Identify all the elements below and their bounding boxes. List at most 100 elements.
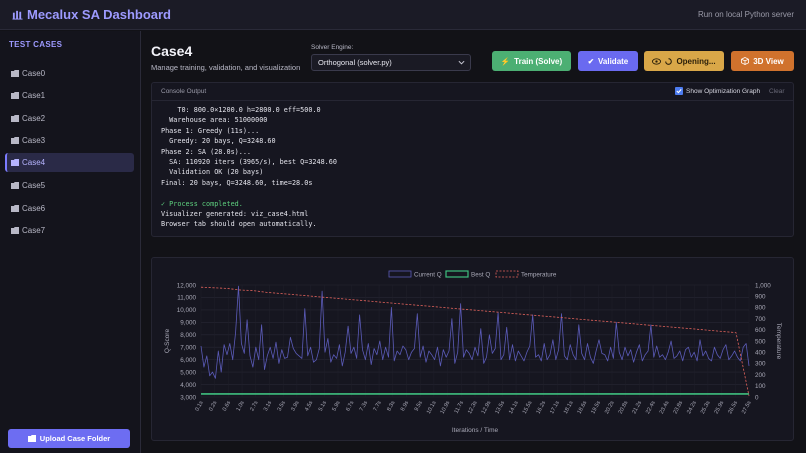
sidebar-item-case3[interactable]: Case3 bbox=[5, 131, 134, 150]
sidebar-item-case6[interactable]: Case6 bbox=[5, 199, 134, 218]
y-tick-label: 9,000 bbox=[180, 320, 196, 327]
x-tick-label: 20.2s bbox=[604, 400, 616, 415]
cube-icon bbox=[741, 57, 750, 65]
x-tick-label: 11.7s bbox=[454, 400, 466, 415]
console-line: ✓ Process completed. bbox=[161, 199, 243, 208]
console-line: Phase 2: SA (28.0s)... bbox=[161, 147, 252, 156]
y2-tick-label: 100 bbox=[755, 383, 766, 390]
opening-label: Opening... bbox=[676, 56, 716, 66]
x-tick-label: 5.1s bbox=[318, 400, 328, 412]
y-tick-label: 6,000 bbox=[180, 357, 196, 364]
x-tick-label: 8.9s bbox=[400, 400, 410, 412]
x-tick-label: 25.3s bbox=[700, 400, 712, 415]
console-line: Final: 20 bays, Q=3248.60, time=28.0s bbox=[161, 178, 313, 187]
sidebar-item-case4[interactable]: Case4 bbox=[5, 153, 134, 172]
y-axis-label: Q-Score bbox=[164, 329, 171, 354]
spinner-icon bbox=[665, 57, 673, 65]
upload-case-folder-button[interactable]: Upload Case Folder bbox=[8, 429, 130, 448]
show-graph-toggle[interactable]: Show Optimization Graph bbox=[675, 87, 760, 95]
open-visualizer-button[interactable]: Opening... bbox=[644, 51, 724, 71]
x-tick-label: 1.0s bbox=[236, 400, 246, 412]
x-tick-label: 10.1s bbox=[426, 400, 438, 415]
y-tick-label: 12,000 bbox=[177, 282, 197, 289]
console-line: T0: 800.0×1200.0 h=2800.0 eff=500.0 bbox=[161, 106, 321, 114]
console-header: Console Output Show Optimization Graph C… bbox=[152, 83, 793, 101]
folder-icon bbox=[11, 205, 19, 212]
solver-engine-select[interactable]: Orthogonal (solver.py) bbox=[311, 54, 471, 71]
x-tick-label: 27.5s bbox=[741, 400, 753, 415]
x-tick-label: 18.1s bbox=[563, 400, 575, 415]
x-tick-label: 12.3s bbox=[467, 400, 479, 415]
y2-tick-label: 1,000 bbox=[755, 282, 771, 289]
validate-label: Validate bbox=[598, 56, 629, 66]
y-tick-label: 8,000 bbox=[180, 332, 196, 339]
y2-tick-label: 700 bbox=[755, 316, 766, 323]
app-title: Mecalux SA Dashboard bbox=[27, 7, 172, 22]
x-tick-label: 0.6s bbox=[222, 400, 232, 412]
y2-tick-label: 600 bbox=[755, 327, 766, 334]
console-line: Browser tab should open automatically. bbox=[161, 220, 317, 229]
train-button[interactable]: ⚡ Train (Solve) bbox=[492, 51, 571, 71]
sidebar-item-label: Case4 bbox=[22, 158, 46, 167]
sidebar-item-label: Case7 bbox=[22, 226, 46, 235]
y2-tick-label: 500 bbox=[755, 338, 766, 345]
y-tick-label: 5,000 bbox=[180, 369, 196, 376]
graph-toggle-label: Show Optimization Graph bbox=[686, 87, 761, 95]
sidebar-heading: TEST CASES bbox=[9, 40, 63, 49]
x-tick-label: 3.1s bbox=[263, 400, 273, 412]
x-tick-label: 3.5s bbox=[277, 400, 287, 412]
3d-view-label: 3D View bbox=[753, 56, 784, 66]
x-tick-label: 7.7s bbox=[373, 400, 383, 412]
sidebar-item-label: Case1 bbox=[22, 91, 46, 100]
y2-tick-label: 400 bbox=[755, 350, 766, 357]
x-tick-label: 12.9s bbox=[481, 400, 493, 415]
y2-axis-label: Temperature bbox=[775, 323, 782, 360]
3d-view-button[interactable]: 3D View bbox=[731, 51, 794, 71]
x-tick-label: 23.4s bbox=[659, 400, 671, 415]
sidebar-item-case5[interactable]: Case5 bbox=[5, 176, 134, 195]
sidebar-item-case7[interactable]: Case7 bbox=[5, 221, 134, 240]
x-tick-label: 21.2s bbox=[631, 400, 643, 415]
sidebar-item-case1[interactable]: Case1 bbox=[5, 86, 134, 105]
x-tick-label: 10.9s bbox=[440, 400, 452, 415]
sidebar-item-label: Case6 bbox=[22, 204, 46, 213]
folder-icon bbox=[11, 92, 19, 99]
y2-tick-label: 900 bbox=[755, 294, 766, 301]
x-tick-label: 6.7s bbox=[345, 400, 355, 412]
legend-label: Current Q bbox=[414, 272, 442, 279]
legend-label: Temperature bbox=[521, 272, 557, 279]
x-tick-label: 0.2s bbox=[208, 400, 218, 412]
x-tick-label: 20.8s bbox=[618, 400, 630, 415]
graph-checkbox[interactable] bbox=[675, 87, 683, 95]
optimization-chart-panel: 3,000 4,000 5,000 6,000 7,000 8,000 9,000 10,00… bbox=[151, 257, 794, 441]
folder-icon bbox=[11, 70, 19, 77]
legend-label: Best Q bbox=[471, 272, 490, 279]
folder-icon bbox=[11, 115, 19, 122]
y2-tick-label: 300 bbox=[755, 361, 766, 368]
console-label: Console Output bbox=[161, 88, 207, 95]
page-subtitle: Manage training, validation, and visuali… bbox=[151, 63, 301, 72]
sidebar-item-case2[interactable]: Case2 bbox=[5, 109, 134, 128]
sidebar-item-label: Case2 bbox=[22, 114, 46, 123]
x-tick-label: 4.5s bbox=[304, 400, 314, 412]
optimization-chart: 3,000 4,000 5,000 6,000 7,000 8,000 9,000 10,00… bbox=[164, 270, 782, 434]
y2-tick-label: 0 bbox=[755, 394, 759, 401]
clear-console-button[interactable]: Clear bbox=[769, 88, 785, 95]
x-tick-label: 5.9s bbox=[332, 400, 342, 412]
sidebar: TEST CASES Case0 Case1 Case2 Case3 Case4… bbox=[0, 31, 141, 453]
check-icon: ✔ bbox=[587, 56, 595, 66]
y-tick-label: 3,000 bbox=[180, 394, 196, 401]
sidebar-item-case0[interactable]: Case0 bbox=[5, 64, 134, 83]
folder-icon bbox=[11, 182, 19, 189]
validate-button[interactable]: ✔ Validate bbox=[578, 51, 638, 71]
folder-icon bbox=[27, 435, 36, 442]
y-tick-label: 10,000 bbox=[177, 307, 197, 314]
console-line: Validation OK (20 bays) bbox=[161, 168, 264, 177]
x-tick-label: 26.5s bbox=[727, 400, 739, 415]
x-tick-label: 8.3s bbox=[386, 400, 396, 412]
server-note: Run on local Python server bbox=[697, 10, 794, 19]
legend-swatch bbox=[495, 270, 519, 278]
x-tick-label: 18.6s bbox=[577, 400, 589, 415]
legend-swatch bbox=[388, 270, 412, 278]
console-line: Greedy: 20 bays, Q=3248.60 bbox=[161, 137, 276, 146]
